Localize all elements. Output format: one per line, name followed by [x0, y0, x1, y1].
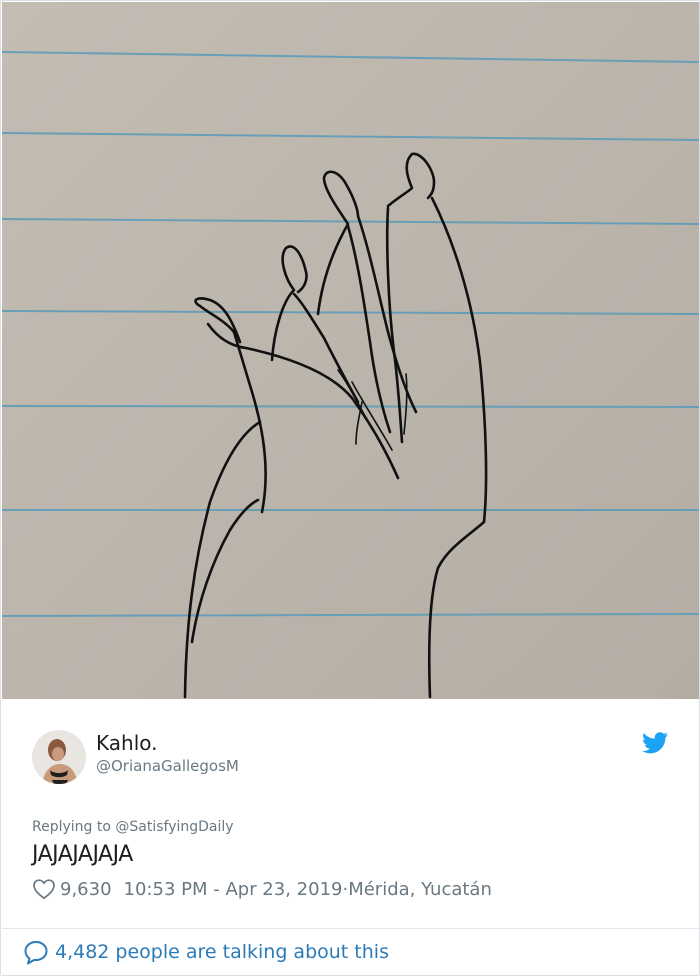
conversation-link[interactable]: 4,482 people are talking about this — [55, 941, 389, 963]
speech-bubble-icon — [23, 939, 49, 965]
hand-drawing-on-ruled-paper — [2, 2, 699, 699]
tweet-timestamp[interactable]: 10:53 PM - Apr 23, 2019 — [124, 879, 343, 900]
tweet-meta: 9,630 10:53 PM - Apr 23, 2019 · Mérida, … — [32, 875, 492, 903]
tweet-header: Kahlo. @OrianaGallegosM — [1, 701, 699, 811]
footer-divider — [2, 928, 699, 929]
twitter-bird-icon[interactable] — [642, 732, 669, 754]
replying-to-prefix: Replying to — [32, 819, 116, 835]
tweet-photo[interactable] — [2, 2, 699, 699]
heart-icon[interactable] — [32, 878, 56, 900]
avatar-photo — [32, 730, 86, 784]
replying-to-line: Replying to @SatisfyingDaily — [32, 817, 234, 837]
author-display-name[interactable]: Kahlo. — [96, 731, 158, 755]
paper-background — [2, 2, 699, 699]
like-count[interactable]: 9,630 — [60, 879, 112, 900]
tweet-location[interactable]: Mérida, Yucatán — [348, 879, 492, 900]
replying-to-user-link[interactable]: @SatisfyingDaily — [115, 819, 233, 835]
tweet-text: JAJAJAJAJA — [32, 842, 133, 867]
conversation-footer[interactable]: 4,482 people are talking about this — [23, 937, 389, 967]
author-handle[interactable]: @OrianaGallegosM — [96, 756, 239, 776]
avatar[interactable] — [32, 730, 86, 784]
embedded-tweet-card: Kahlo. @OrianaGallegosM Replying to @Sat… — [0, 0, 700, 976]
